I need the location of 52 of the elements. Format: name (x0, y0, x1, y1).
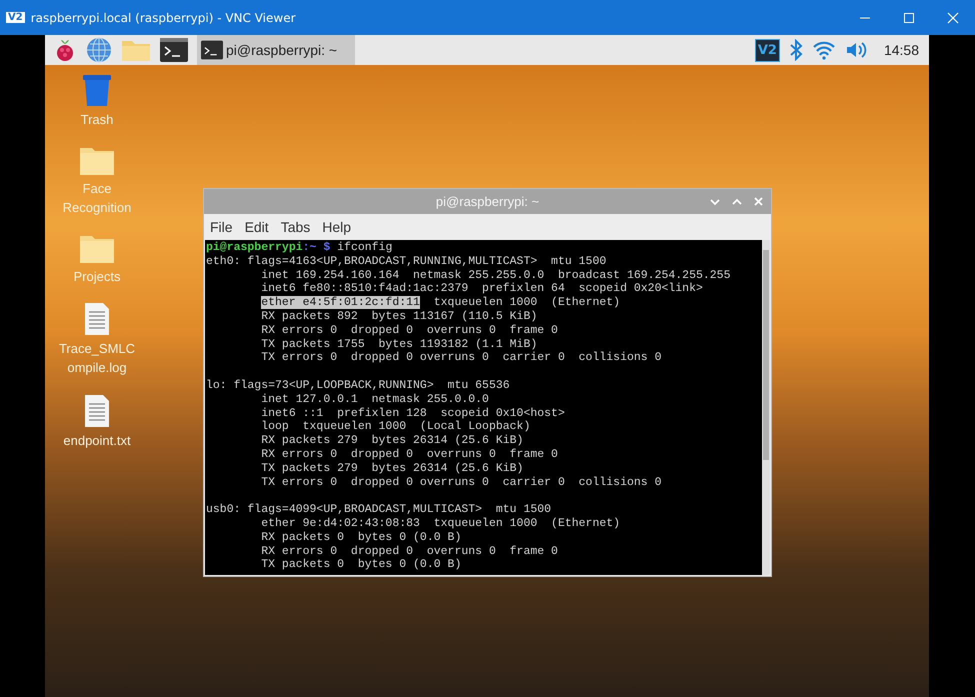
terminal-line: TX packets 279 bytes 26314 (25.6 KiB) (260, 462, 524, 476)
terminal-line: RX errors 0 dropped 0 overruns 0 frame 0 (260, 544, 559, 558)
terminal-line: TX packets 0 bytes 0 (0.0 B) (260, 558, 462, 572)
terminal-line: inet 127.0.0.1 netmask 255.0.0.0 (260, 392, 490, 407)
terminal-line: RX packets 0 bytes 0 (0.0 B) (260, 530, 462, 545)
terminal-icon (201, 40, 223, 60)
terminal-line: inet6 ::1 prefixlen 128 scopeid 0x10<host> (260, 406, 566, 420)
scrollbar[interactable] (762, 240, 770, 575)
terminal-icon[interactable] (160, 38, 188, 62)
selected-text: ether e4:5f:01:2c:fd:11 (261, 296, 420, 310)
clock: 14:58 (884, 42, 919, 58)
vnc-tray-icon[interactable]: V2 (754, 38, 780, 62)
terminal-line: TX packets 1755 bytes 1193182 (1.1 MiB) (260, 338, 538, 352)
window-title: raspberrypi.local (raspberrypi) - VNC Viewer (30, 10, 296, 24)
desktop-icon-label[interactable]: endpoint.txt (57, 432, 137, 451)
app-logo: V2 (6, 12, 25, 23)
terminal-line: eth0: flags=4163<UP,BROADCAST,RUNNING,MULTICAST> mtu 1500 (205, 254, 608, 269)
terminal-line: RX packets 279 bytes 26314 (25.6 KiB) (260, 434, 524, 448)
menu-item[interactable]: Help (322, 219, 352, 235)
taskbar-window-button[interactable]: pi@raspberrypi: ~ (197, 35, 356, 65)
volume-icon[interactable] (844, 40, 869, 60)
terminal-line: lo: flags=73<UP,LOOPBACK,RUNNING> mtu 65536 (205, 378, 511, 393)
terminal-line: loop txqueuelen 1000 (Local Loopback) (260, 420, 532, 434)
folder-icon[interactable] (79, 234, 115, 264)
terminal-line: inet6 fe80::8510:f4ad:1ac:2379 prefixlen 64 scopeid 0x20<link> (260, 282, 704, 296)
document-icon[interactable] (84, 302, 110, 336)
terminal-line: RX errors 0 dropped 0 overruns 0 frame 0 (260, 324, 559, 338)
menu-item[interactable]: Tabs (280, 219, 310, 235)
document-icon[interactable] (84, 394, 110, 428)
terminal-prompt-line: pi@raspberrypi:~ $ ifconfig (205, 241, 394, 255)
bluetooth-icon[interactable] (788, 39, 803, 61)
terminal-title: pi@raspberrypi: ~ (436, 194, 540, 209)
terminal-line: usb0: flags=4099<UP,BROADCAST,MULTICAST> mtu 1500 (205, 503, 552, 517)
folder-icon[interactable] (79, 146, 115, 176)
close-icon[interactable] (754, 197, 763, 206)
terminal-line: RX errors 0 dropped 0 overruns 0 frame 0 (260, 448, 559, 462)
terminal-line: txqueuelen 1000 (Ethernet) (432, 296, 620, 310)
close-icon (947, 12, 959, 24)
terminal-line: inet 169.254.160.164 netmask 255.255.0.0 broadcast 169.254.255.255 (260, 268, 732, 282)
menu-item[interactable]: File (210, 219, 233, 235)
globe-icon[interactable] (86, 37, 112, 63)
menu-item[interactable]: Edit (244, 219, 269, 235)
maximize-icon (903, 12, 915, 24)
terminal-line: TX errors 0 dropped 0 overruns 0 carrier 0 collisions 0 (260, 476, 662, 490)
chevron-up-icon[interactable] (732, 198, 742, 206)
wifi-icon[interactable] (812, 40, 836, 60)
desktop-icon-label[interactable]: Trace_SMLCompile.log (57, 340, 137, 378)
terminal-line: TX errors 0 dropped 0 overruns 0 carrier 0 collisions 0 (260, 351, 662, 366)
terminal-line: ether 9e:d4:02:43:08:83 txqueuelen 1000 (Ethernet) (260, 516, 622, 531)
trash-icon[interactable] (81, 73, 113, 107)
chevron-down-icon[interactable] (710, 198, 720, 206)
terminal-line: RX packets 892 bytes 113167 (110.5 KiB) (260, 310, 538, 324)
